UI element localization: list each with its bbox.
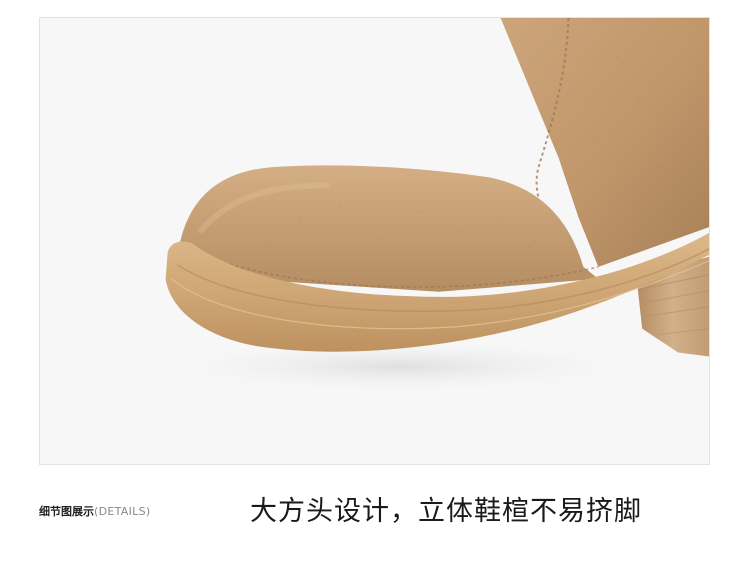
product-detail-photo xyxy=(39,17,710,465)
detail-caption: 大方头设计，立体鞋楦不易挤脚 xyxy=(250,496,642,527)
section-label: 细节图展示(DETAILS) xyxy=(39,504,150,520)
section-label-chinese: 细节图展示 xyxy=(39,505,94,518)
section-label-english: (DETAILS) xyxy=(94,505,151,518)
boot-toe-image xyxy=(139,18,709,395)
